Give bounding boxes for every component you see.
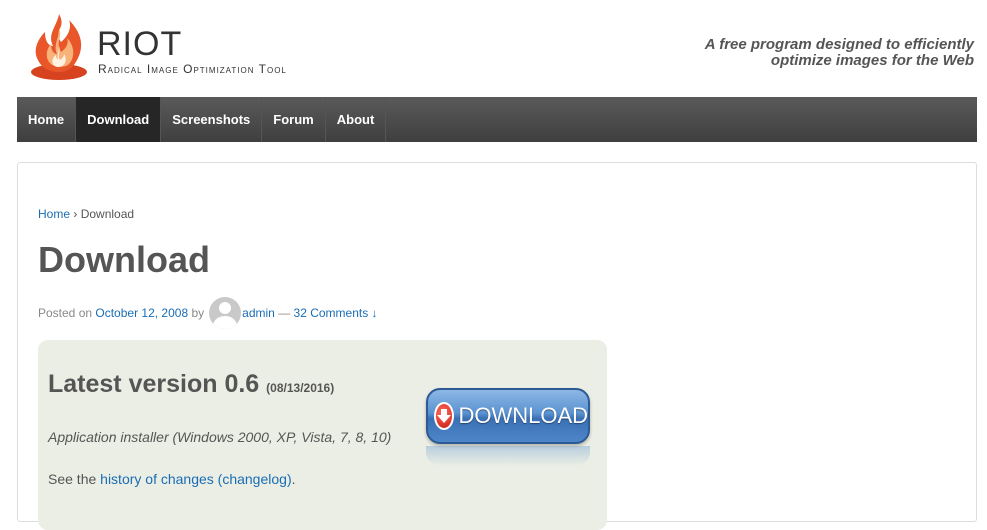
changelog-link[interactable]: history of changes (changelog) xyxy=(100,471,291,487)
changelog-line: See the history of changes (changelog). xyxy=(48,471,296,487)
site-subtitle: Radical Image Optimization Tool xyxy=(98,62,287,76)
by-label: by xyxy=(191,306,205,320)
download-button-reflection xyxy=(426,446,590,466)
nav-item-home[interactable]: Home xyxy=(17,97,77,142)
nav-item-screenshots[interactable]: Screenshots xyxy=(161,97,263,142)
flame-logo-icon[interactable] xyxy=(27,12,91,82)
download-button[interactable]: DOWNLOAD xyxy=(426,388,590,444)
download-button-label: DOWNLOAD xyxy=(458,403,588,428)
avatar-icon xyxy=(209,297,242,329)
breadcrumb-current: Download xyxy=(80,207,135,221)
main-content: Home › Download Download Posted on Octob… xyxy=(17,162,977,530)
main-nav: Home Download Screenshots Forum About xyxy=(17,97,977,142)
site-tagline: A free program designed to efficiently o… xyxy=(644,37,974,69)
download-arrow-icon xyxy=(434,402,455,430)
tagline-line-2: optimize images for the Web xyxy=(770,52,974,69)
author-link[interactable]: admin xyxy=(242,306,275,320)
breadcrumb: Home › Download xyxy=(38,207,134,221)
post-date-link[interactable]: October 12, 2008 xyxy=(95,306,188,320)
release-date: (08/13/2016) xyxy=(266,381,335,395)
breadcrumb-separator: › xyxy=(73,207,78,221)
changelog-prefix: See the xyxy=(48,471,97,487)
comments-link[interactable]: 32 Comments ↓ xyxy=(294,306,378,320)
version-label: Latest version 0.6 xyxy=(48,370,260,398)
posted-on-label: Posted on xyxy=(38,306,93,320)
site-header: RIOT Radical Image Optimization Tool A f… xyxy=(0,0,987,97)
site-title[interactable]: RIOT xyxy=(97,24,182,64)
changelog-suffix: . xyxy=(291,471,296,487)
download-box: Latest version 0.6 (08/13/2016) Applicat… xyxy=(38,340,607,530)
post-meta: Posted on October 12, 2008 by admin — 32… xyxy=(38,297,378,329)
latest-version-heading: Latest version 0.6 (08/13/2016) xyxy=(48,369,334,403)
nav-item-forum[interactable]: Forum xyxy=(262,97,326,142)
meta-dash: — xyxy=(278,306,291,320)
installer-description: Application installer (Windows 2000, XP,… xyxy=(48,429,392,445)
breadcrumb-home-link[interactable]: Home xyxy=(38,207,70,221)
nav-item-download[interactable]: Download xyxy=(76,97,162,142)
nav-item-about[interactable]: About xyxy=(326,97,387,142)
tagline-line-1: A free program designed to efficiently xyxy=(704,36,974,53)
page-title: Download xyxy=(38,239,210,280)
